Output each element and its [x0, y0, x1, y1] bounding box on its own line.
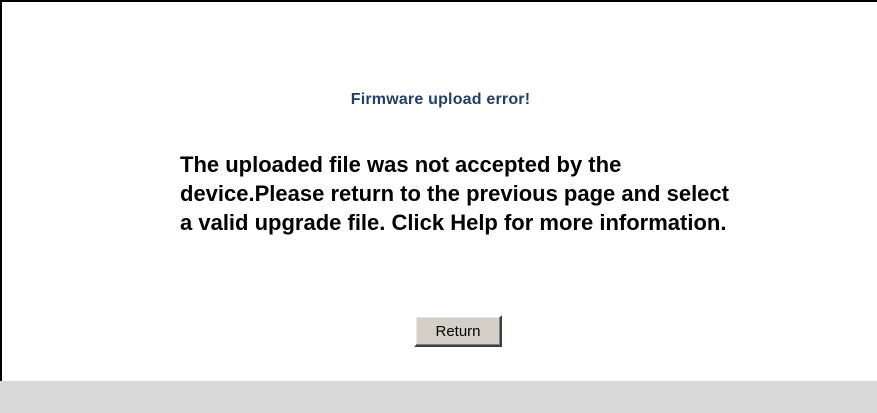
error-message: The uploaded file was not accepted by th… [180, 152, 729, 235]
return-button[interactable]: Return [414, 315, 502, 347]
content-frame: Firmware upload error! The uploaded file… [0, 0, 877, 413]
error-title: Firmware upload error! [350, 91, 531, 108]
bottom-bar [0, 381, 877, 413]
